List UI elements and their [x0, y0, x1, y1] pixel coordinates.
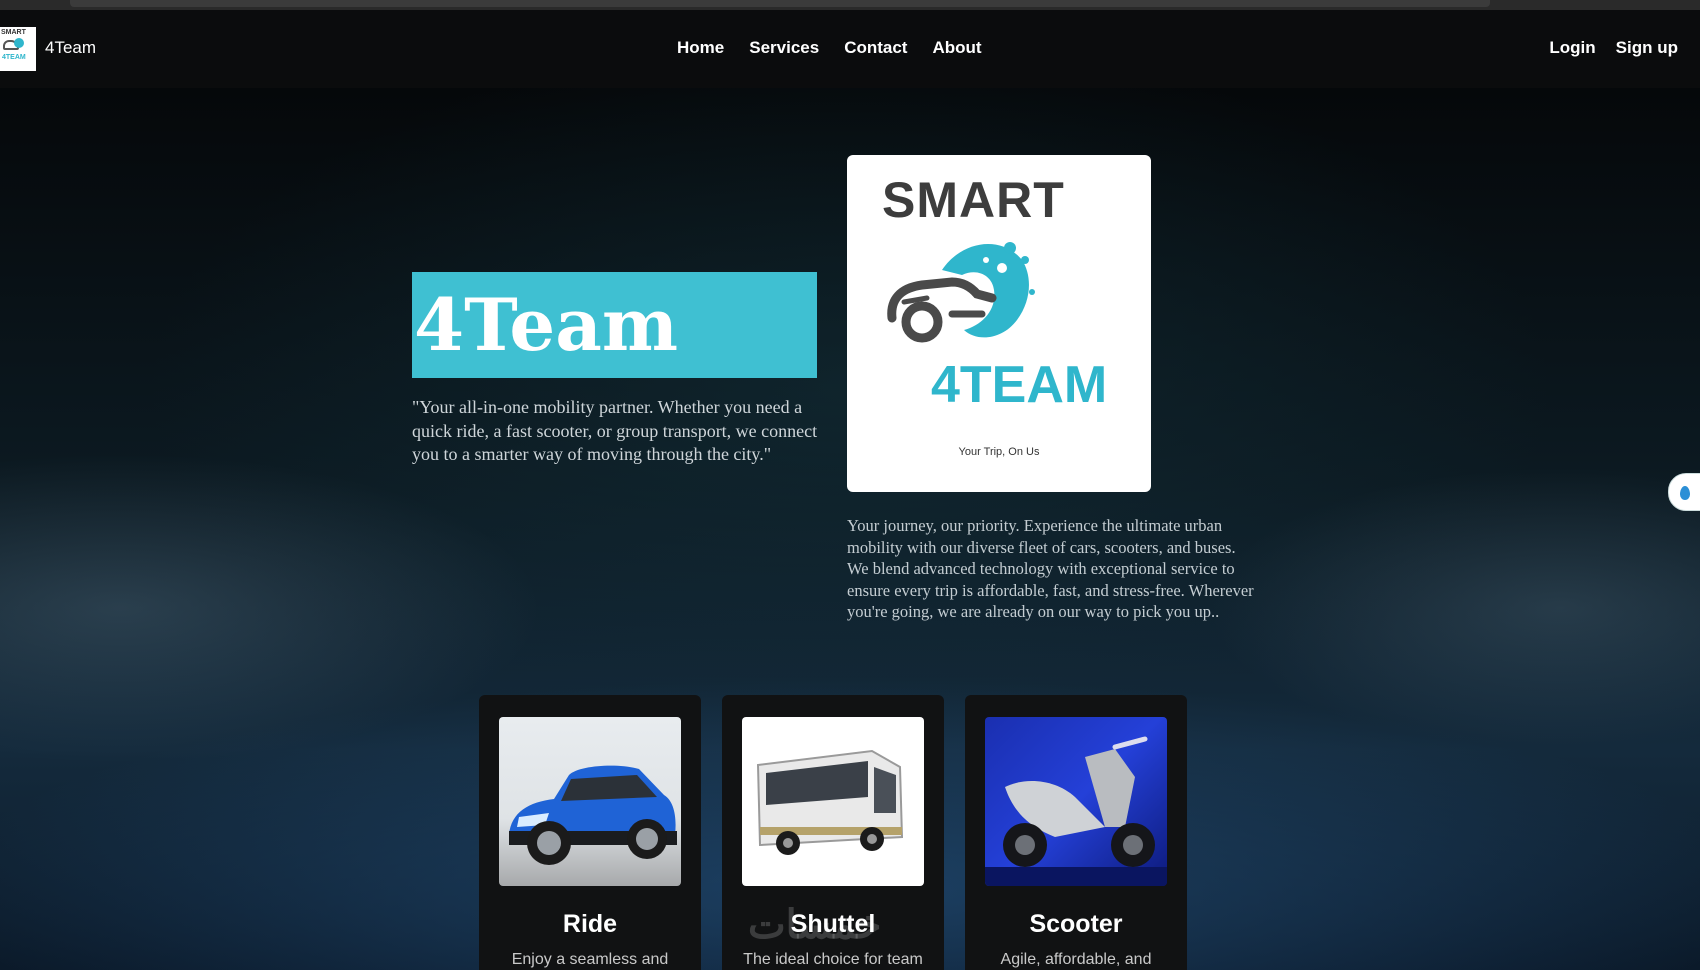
service-card-scooter[interactable]: Scooter Agile, affordable, and: [965, 695, 1187, 970]
nav-contact-link[interactable]: Contact: [844, 38, 907, 58]
signup-link[interactable]: Sign up: [1616, 38, 1678, 58]
watermark-text: خمسات: [748, 903, 882, 947]
service-card-description: Agile, affordable, and: [1000, 951, 1152, 968]
smart-4team-logo-card: SMART 4TEAM Your Trip, On Us: [847, 155, 1151, 492]
hero-title-box: 4Team: [412, 272, 817, 378]
water-drop-icon: [1680, 486, 1690, 500]
main-nav: Home Services Contact About: [677, 38, 982, 58]
nav-about-link[interactable]: About: [932, 38, 981, 58]
logo-tagline: Your Trip, On Us: [958, 446, 1040, 458]
car-splash-logo-icon: [887, 242, 1035, 343]
service-card-description: The ideal choice for team: [743, 951, 923, 968]
brand-name[interactable]: 4Team: [45, 38, 96, 58]
nav-services-link[interactable]: Services: [749, 38, 819, 58]
brand-logo-splash-icon: [14, 38, 24, 48]
logo-4team-text: 4TEAM: [931, 356, 1108, 414]
auth-links: Login Sign up: [1549, 38, 1678, 58]
logo-smart-text: SMART: [882, 172, 1065, 228]
hero-quote: "Your all-in-one mobility partner. Wheth…: [412, 397, 818, 464]
service-card-description: Enjoy a seamless and: [511, 951, 669, 968]
scooter-photo-icon: [985, 717, 1167, 886]
service-card-title: Scooter: [1029, 910, 1123, 938]
service-card-ride[interactable]: Ride Enjoy a seamless and: [479, 695, 701, 970]
brand-logo-team-text: 4TEAM: [2, 54, 26, 61]
navbar: SMART 4TEAM 4Team Home Services Contact …: [0, 10, 1700, 88]
nav-home-link[interactable]: Home: [677, 38, 724, 58]
login-link[interactable]: Login: [1549, 38, 1595, 58]
about-paragraph: Your journey, our priority. Experience t…: [847, 516, 1254, 621]
browser-tab-bar: [70, 0, 1490, 7]
floating-drop-widget[interactable]: [1668, 473, 1700, 511]
service-card-title: Ride: [562, 910, 618, 938]
car-photo-icon: [499, 717, 681, 886]
brand-logo-icon[interactable]: SMART 4TEAM: [0, 27, 36, 71]
hero-title: 4Team: [414, 282, 679, 367]
brand-logo-smart-text: SMART: [1, 29, 26, 36]
browser-top-strip: [0, 0, 1700, 10]
bus-photo-icon: [742, 717, 924, 886]
